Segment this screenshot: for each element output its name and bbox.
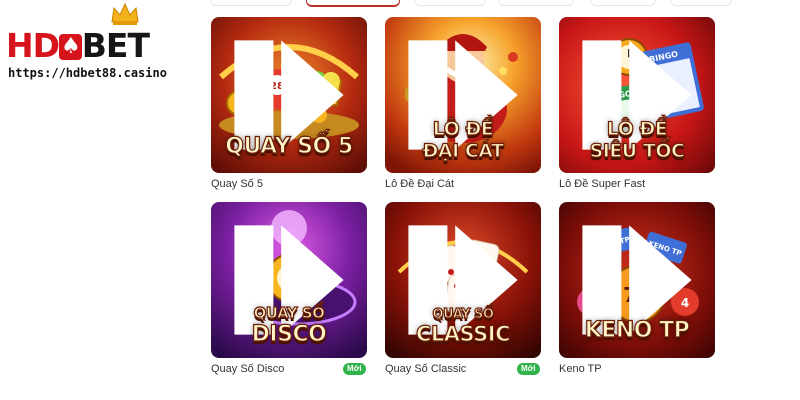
card-art-title: QUAY SỐ 5 (225, 134, 354, 159)
new-badge: Mới (517, 363, 540, 375)
tab-5[interactable] (590, 0, 656, 6)
card-art-title: LÔ ĐỀ SIÊU TỐC (589, 118, 686, 162)
category-tabs (210, 0, 732, 7)
card-art-title: KENO TP (584, 318, 690, 343)
tab-6[interactable] (670, 0, 732, 6)
tab-2[interactable] (306, 0, 400, 7)
game-card-keno-tp[interactable]: KENO TP KENO TP 59 70 4 KENO TP (559, 202, 715, 358)
game-card-quay-so-disco[interactable]: 6 8 QUAY SỐ DISCO (211, 202, 367, 358)
card-art-title: LÔ ĐỀ ĐẠI CÁT (422, 118, 505, 162)
game-card-quay-so-classic[interactable]: QUAY SỐ CLASSIC (385, 202, 541, 358)
game-label[interactable]: Quay Số 5 (211, 178, 263, 190)
tab-1[interactable] (210, 0, 292, 6)
tab-3[interactable] (414, 0, 486, 6)
game-card-quay-so-5[interactable]: 28 QUAY SỐ 5 (211, 17, 367, 173)
spade-icon: ♠ (59, 34, 82, 60)
tab-4[interactable] (498, 0, 574, 6)
crown-icon (111, 2, 139, 25)
game-label[interactable]: Lô Đề Super Fast (559, 178, 645, 190)
game-card-lo-de-super-fast[interactable]: BINGO BINGO LÔ ĐỀ SIÊU TỐC (559, 17, 715, 173)
game-label[interactable]: Keno TP (559, 363, 602, 375)
card-art-title: QUAY SỐ DISCO (251, 304, 327, 347)
card-art-title: QUAY SỐ CLASSIC (415, 307, 511, 346)
game-card-lo-de-dai-cat[interactable]: LÔ ĐỀ ĐẠI CÁT (385, 17, 541, 173)
game-label[interactable]: Quay Số Disco (211, 363, 284, 375)
hdbet-logo: HD♠BET https://hdbet88.casino (6, 2, 176, 82)
game-label[interactable]: Quay Số Classic (385, 363, 466, 375)
logo-wordmark: HD♠BET (6, 26, 150, 65)
game-label[interactable]: Lô Đề Đại Cát (385, 178, 454, 190)
logo-url: https://hdbet88.casino (8, 66, 167, 80)
new-badge: Mới (343, 363, 366, 375)
